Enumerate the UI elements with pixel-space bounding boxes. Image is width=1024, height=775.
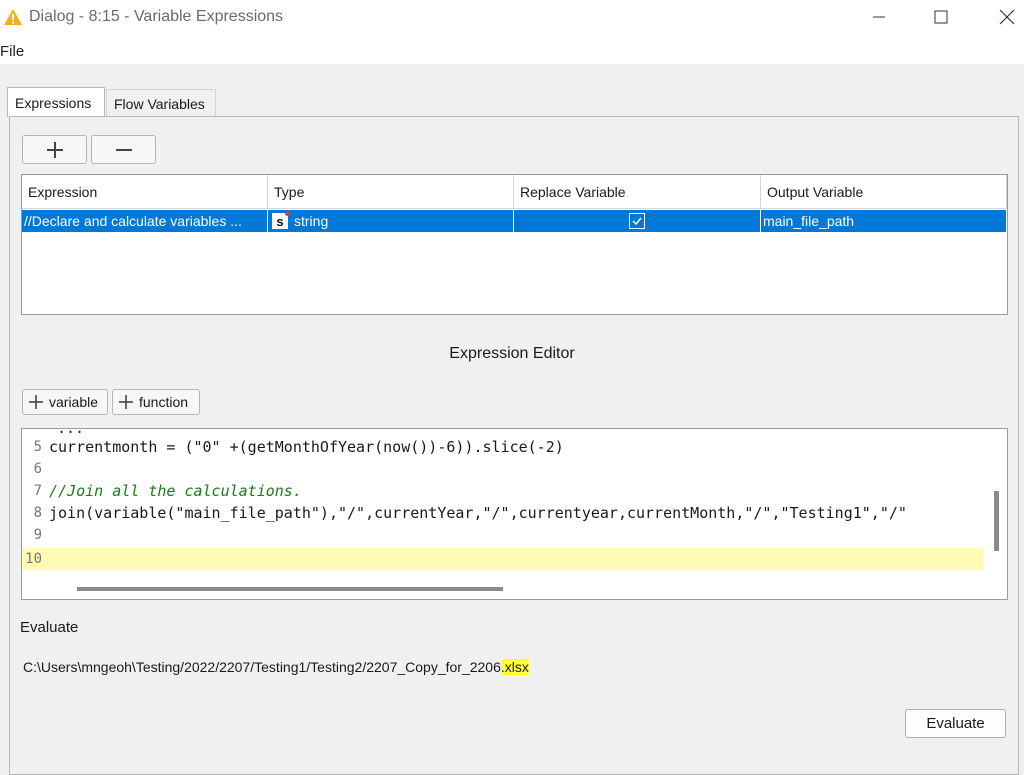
string-type-icon: s bbox=[272, 211, 290, 229]
maximize-button[interactable] bbox=[912, 0, 970, 34]
line-number: 10 bbox=[25, 551, 42, 567]
column-header-output-variable[interactable]: Output Variable bbox=[761, 175, 1007, 209]
line-number: 7 bbox=[33, 483, 42, 499]
insert-function-label: function bbox=[139, 394, 189, 410]
code-text: //Join all the calculations. bbox=[49, 482, 302, 500]
cell-type[interactable]: s string bbox=[268, 210, 514, 232]
insert-variable-button[interactable]: variable bbox=[22, 389, 108, 415]
plus-icon bbox=[29, 395, 43, 409]
table-row[interactable]: //Declare and calculate variables ... s … bbox=[22, 210, 1007, 232]
horizontal-scrollbar[interactable] bbox=[77, 587, 503, 591]
cell-output-variable[interactable]: main_file_path bbox=[761, 210, 1007, 232]
type-dot bbox=[285, 211, 290, 216]
minimize-icon bbox=[873, 16, 885, 18]
code-line[interactable]: 5 currentmonth = ("0" +(getMonthOfYear(n… bbox=[22, 436, 984, 458]
menu-file[interactable]: File bbox=[0, 43, 24, 60]
evaluate-button[interactable]: Evaluate bbox=[905, 709, 1006, 738]
column-header-type[interactable]: Type bbox=[268, 175, 514, 209]
checkmark-icon bbox=[632, 217, 642, 226]
code-line[interactable]: 9 bbox=[22, 524, 984, 546]
plus-icon bbox=[119, 395, 133, 409]
line-number: 9 bbox=[33, 527, 42, 543]
title-bar: Dialog - 8:15 - Variable Expressions bbox=[0, 0, 1024, 36]
type-label: string bbox=[294, 213, 329, 229]
evaluate-label: Evaluate bbox=[20, 619, 79, 636]
plus-icon bbox=[46, 141, 63, 158]
code-line[interactable]: 6 bbox=[22, 458, 984, 480]
minus-icon bbox=[115, 148, 132, 151]
code-text: currentmonth = ("0" +(getMonthOfYear(now… bbox=[49, 438, 564, 456]
cell-expression[interactable]: //Declare and calculate variables ... bbox=[22, 210, 268, 232]
replace-variable-checkbox[interactable] bbox=[629, 213, 645, 229]
warning-icon bbox=[4, 9, 22, 25]
type-icon-letter: s bbox=[276, 213, 284, 229]
code-text: join(variable("main_file_path"),"/",curr… bbox=[49, 504, 907, 522]
column-header-expression[interactable]: Expression bbox=[22, 175, 268, 209]
line-number: 6 bbox=[33, 461, 42, 477]
evaluate-result-extension: .xlsx bbox=[500, 659, 529, 675]
minimize-button[interactable] bbox=[850, 0, 908, 34]
tab-expressions[interactable]: Expressions bbox=[7, 87, 105, 117]
cell-replace-variable[interactable] bbox=[514, 210, 761, 232]
column-header-replace-variable[interactable]: Replace Variable bbox=[514, 175, 761, 209]
evaluate-result-path: C:\Users\mngeoh\Testing/2022/2207/Testin… bbox=[23, 659, 501, 675]
close-button[interactable] bbox=[978, 0, 1024, 34]
remove-expression-button[interactable] bbox=[91, 135, 156, 164]
add-expression-button[interactable] bbox=[22, 135, 87, 164]
window-title: Dialog - 8:15 - Variable Expressions bbox=[29, 8, 284, 25]
menu-bar: File bbox=[0, 36, 1024, 64]
expression-editor-title: Expression Editor bbox=[449, 345, 575, 362]
code-editor[interactable]: ... 5 currentmonth = ("0" +(getMonthOfYe… bbox=[21, 428, 1008, 600]
code-line[interactable]: 7 //Join all the calculations. bbox=[22, 480, 984, 502]
tab-flow-variables[interactable]: Flow Variables bbox=[106, 89, 216, 117]
close-icon bbox=[999, 9, 1015, 25]
line-number: 8 bbox=[33, 505, 42, 521]
maximize-icon bbox=[934, 10, 948, 24]
vertical-scrollbar[interactable] bbox=[994, 491, 999, 551]
insert-variable-label: variable bbox=[49, 394, 99, 410]
line-number: 5 bbox=[33, 439, 42, 455]
insert-function-button[interactable]: function bbox=[112, 389, 200, 415]
expressions-table: Expression Type Replace Variable Output … bbox=[21, 174, 1008, 315]
code-line[interactable]: 8 join(variable("main_file_path"),"/",cu… bbox=[22, 502, 984, 524]
evaluate-result: C:\Users\mngeoh\Testing/2022/2207/Testin… bbox=[23, 659, 529, 675]
code-line-current[interactable]: 10 bbox=[22, 548, 984, 570]
